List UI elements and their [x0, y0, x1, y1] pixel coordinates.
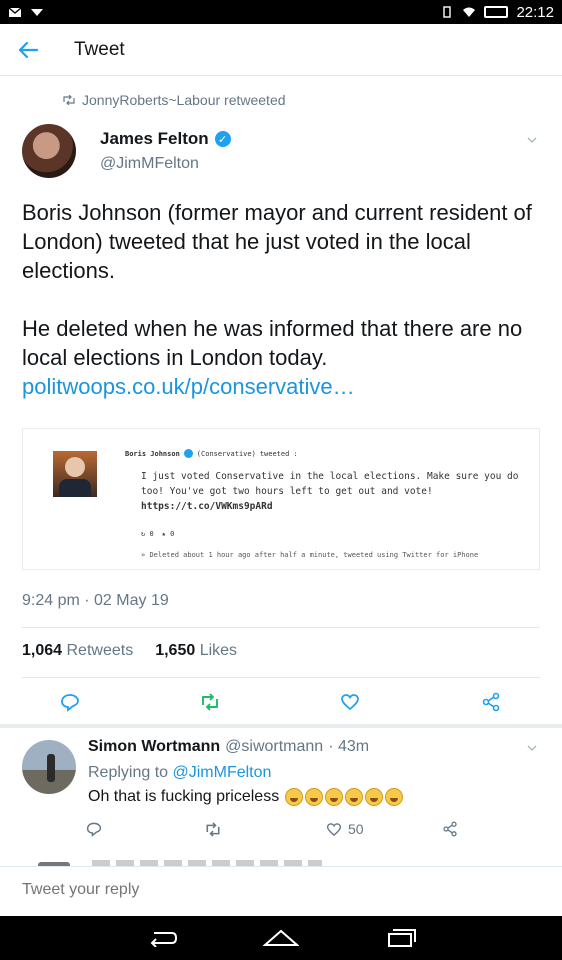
embedded-avatar — [53, 451, 97, 497]
divider — [22, 627, 540, 628]
mail-icon — [8, 7, 22, 17]
embedded-footer: » Deleted about 1 hour ago after half a … — [141, 551, 479, 559]
author-name-text: James Felton — [100, 129, 209, 148]
reply-icon — [61, 694, 79, 712]
status-bar: 22:12 — [0, 0, 562, 24]
next-reply-peek — [0, 848, 562, 868]
tweet-text: Boris Johnson (former mayor and current … — [22, 198, 542, 401]
retweet-button[interactable] — [196, 688, 224, 716]
wifi-icon — [463, 7, 476, 17]
laughing-emoji-icon — [365, 788, 384, 806]
nav-home-button[interactable] — [261, 924, 301, 952]
replying-prefix: Replying to — [88, 764, 169, 781]
author-name[interactable]: James Felton ✓ — [100, 129, 231, 149]
embedded-url: https://t.co/VWKms9pARd — [141, 501, 273, 512]
nav-recents-button[interactable] — [381, 924, 421, 952]
reply-text: Oh that is fucking priceless — [88, 788, 404, 806]
retweet-icon — [63, 95, 75, 105]
embedded-footer-text: Deleted about 1 hour ago after half a mi… — [149, 551, 479, 559]
retweet-label: Retweets — [66, 642, 134, 659]
laughing-emoji-icon — [385, 788, 404, 806]
reply-reply-button[interactable] — [86, 818, 102, 840]
vibrate-icon — [443, 6, 452, 18]
reply-composer — [0, 866, 562, 916]
retweet-stat[interactable]: 1,064 Retweets — [22, 642, 133, 660]
verified-icon: ✓ — [214, 131, 231, 147]
tweet-timestamp: 9:24 pm · 02 May 19 — [22, 592, 169, 609]
embedded-text: I just voted Conservative in the local e… — [141, 469, 521, 514]
back-icon — [150, 932, 178, 947]
reply-icon — [86, 822, 102, 837]
embedded-party: (Conservative) — [196, 449, 256, 458]
back-button[interactable] — [0, 24, 56, 76]
laughing-emoji-icon — [305, 788, 324, 806]
retweeted-by[interactable]: JonnyRoberts~Labour retweeted — [62, 92, 286, 108]
share-icon — [443, 821, 457, 837]
embedded-stats: ↻ 0 ★ 0 — [141, 530, 174, 538]
embedded-likes: ★ 0 — [161, 530, 175, 538]
app-bar: Tweet — [0, 24, 562, 76]
reply-author-name[interactable]: Simon Wortmann — [88, 738, 220, 756]
embedded-retweets: ↻ 0 — [141, 530, 154, 538]
retweet-count: 1,064 — [22, 642, 63, 659]
system-nav-bar — [0, 916, 562, 960]
recents-icon — [388, 929, 416, 947]
embedded-verb: tweeted : — [259, 449, 298, 458]
replying-to: Replying to @JimMFelton — [88, 764, 271, 782]
author-avatar[interactable] — [22, 124, 76, 178]
clock: 22:12 — [516, 3, 554, 21]
reply-header: Simon Wortmann @siwortmann · 43m — [88, 738, 369, 756]
retweeted-by-label: JonnyRoberts~Labour retweeted — [82, 92, 286, 108]
home-icon — [263, 929, 299, 946]
embedded-retweet-count: 0 — [149, 530, 154, 538]
chevron-down-icon[interactable] — [526, 742, 538, 754]
share-button[interactable] — [477, 688, 505, 716]
notification-icon — [31, 9, 43, 16]
verified-icon — [183, 449, 193, 458]
page-title: Tweet — [74, 38, 125, 60]
embedded-author: Boris Johnson — [125, 449, 180, 458]
retweet-icon — [206, 821, 220, 837]
embedded-screenshot[interactable]: Boris Johnson (Conservative) tweeted : I… — [22, 428, 540, 570]
divider — [22, 677, 540, 678]
heart-icon — [341, 694, 359, 711]
reply-avatar[interactable] — [22, 740, 76, 794]
share-icon — [482, 692, 500, 712]
laughing-emoji-icon — [345, 788, 364, 806]
author-handle[interactable]: @JimMFelton — [100, 155, 199, 173]
reply-like-button[interactable]: 50 — [326, 818, 364, 840]
reply-input[interactable] — [22, 881, 522, 899]
embedded-like-count: 0 — [170, 530, 175, 538]
heart-icon — [326, 822, 342, 836]
back-arrow-icon — [18, 41, 39, 58]
tweet-paragraph-text: He deleted when he was informed that the… — [22, 316, 523, 370]
retweet-icon — [202, 693, 218, 711]
tweet-stats: 1,064 Retweets 1,650 Likes — [22, 642, 237, 660]
replying-to-handle[interactable]: @JimMFelton — [173, 764, 272, 781]
tweet-link[interactable]: politwoops.co.uk/p/conservative… — [22, 374, 355, 399]
reply-body: Oh that is fucking priceless — [88, 788, 280, 805]
tweet-paragraph: He deleted when he was informed that the… — [22, 314, 542, 401]
laughing-emoji-icon — [285, 788, 304, 806]
laughing-emoji-icon — [325, 788, 344, 806]
reply-like-count: 50 — [348, 821, 364, 837]
reply-age: · 43m — [328, 738, 370, 755]
reply-author-handle[interactable]: @siwortmann — [225, 738, 323, 756]
chevron-down-icon[interactable] — [526, 134, 538, 146]
reply-button[interactable] — [56, 688, 84, 716]
like-count: 1,650 — [155, 642, 196, 659]
like-button[interactable] — [336, 688, 364, 716]
embedded-body: I just voted Conservative in the local e… — [141, 471, 519, 497]
battery-icon — [484, 6, 509, 18]
divider — [0, 724, 562, 728]
tweet-actions — [0, 688, 562, 716]
embedded-header: Boris Johnson (Conservative) tweeted : — [125, 449, 298, 458]
reply-actions: 50 — [0, 818, 562, 842]
like-label: Likes — [199, 642, 238, 659]
reply-retweet-button[interactable] — [204, 818, 222, 840]
reply-share-button[interactable] — [442, 818, 458, 840]
nav-back-button[interactable] — [142, 924, 182, 952]
like-stat[interactable]: 1,650 Likes — [155, 642, 237, 660]
tweet-paragraph: Boris Johnson (former mayor and current … — [22, 200, 532, 283]
